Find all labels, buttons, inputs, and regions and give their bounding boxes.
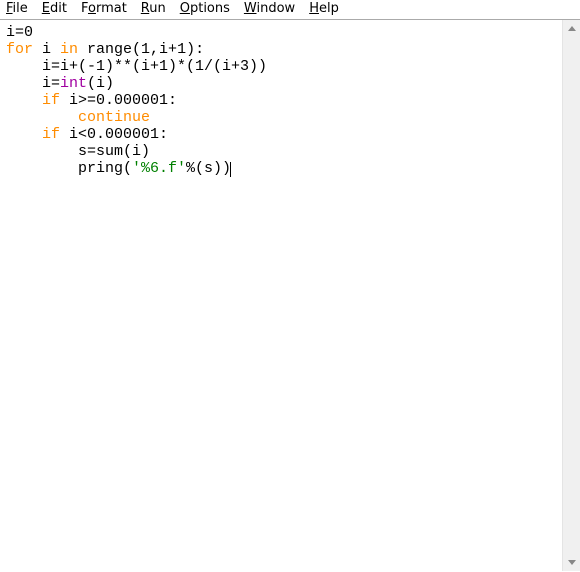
menu-bar: File Edit Format Run Options Window Help	[0, 0, 580, 20]
code-editor[interactable]: i=0 for i in range(1,i+1): i=i+(-1)**(i+…	[0, 20, 580, 571]
menu-options[interactable]: Options	[180, 1, 230, 16]
menu-help[interactable]: Help	[309, 1, 339, 16]
text-cursor	[230, 162, 231, 177]
code-line-8: s=sum(i)	[6, 143, 150, 160]
code-line-6: continue	[6, 109, 150, 126]
menu-format[interactable]: Format	[81, 1, 127, 16]
code-line-1: i=0	[6, 24, 33, 41]
code-line-7: if i<0.000001:	[6, 126, 168, 143]
menu-run[interactable]: Run	[141, 1, 166, 16]
vertical-scrollbar[interactable]	[562, 20, 580, 571]
code-line-2: for i in range(1,i+1):	[6, 41, 204, 58]
code-line-5: if i>=0.000001:	[6, 92, 177, 109]
chevron-down-icon	[568, 560, 576, 565]
code-line-4: i=int(i)	[6, 75, 114, 92]
scroll-up-button[interactable]	[563, 20, 580, 37]
menu-file[interactable]: File	[6, 1, 28, 16]
editor-wrap: i=0 for i in range(1,i+1): i=i+(-1)**(i+…	[0, 20, 580, 571]
code-line-9: pring('%6.f'%(s))	[6, 160, 231, 177]
chevron-up-icon	[568, 26, 576, 31]
menu-window[interactable]: Window	[244, 1, 295, 16]
code-line-3: i=i+(-1)**(i+1)*(1/(i+3))	[6, 58, 267, 75]
menu-edit[interactable]: Edit	[42, 1, 67, 16]
scroll-down-button[interactable]	[563, 554, 580, 571]
